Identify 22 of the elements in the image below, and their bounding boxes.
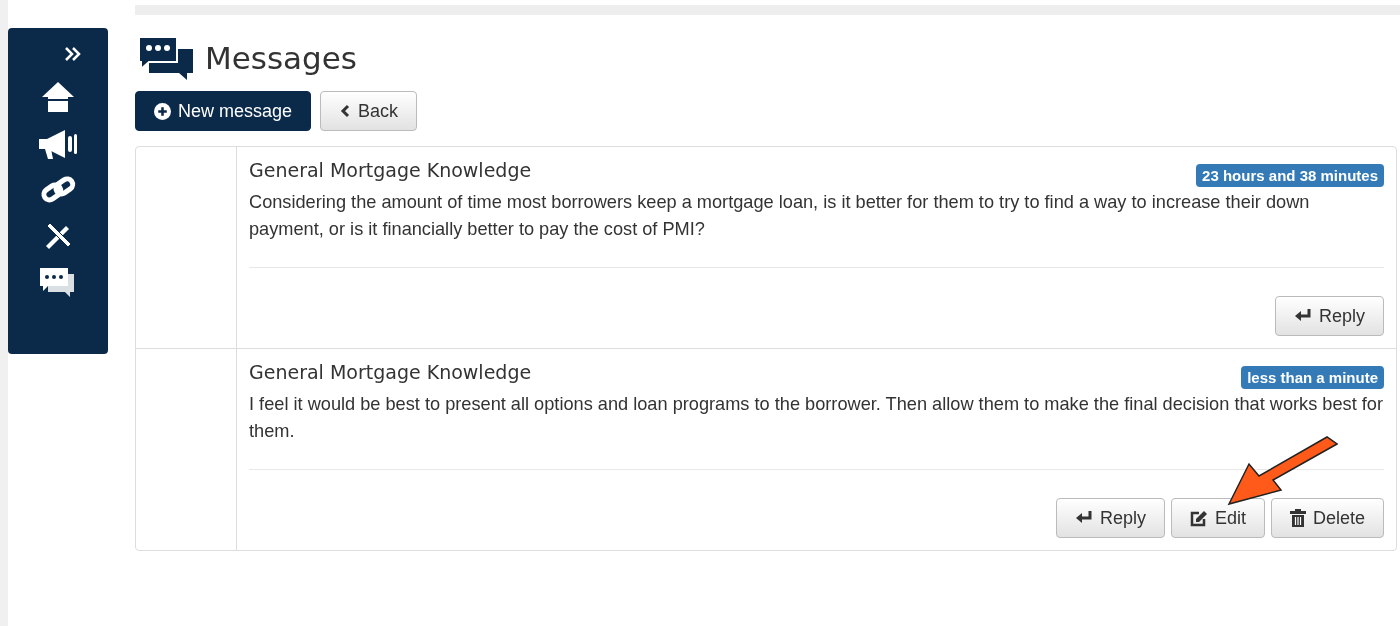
megaphone-icon[interactable] [37,128,79,160]
chevron-left-icon [339,104,352,118]
edit-icon [1189,509,1208,527]
home-icon[interactable] [40,80,76,114]
reply-arrow-icon [1074,510,1093,526]
reply-button[interactable]: Reply [1274,296,1384,336]
edit-button[interactable]: Edit [1170,498,1265,538]
message-title: General Mortgage Knowledge [249,159,532,181]
double-chevron-icon[interactable] [64,46,82,62]
page-title: Messages [205,40,358,76]
time-badge: 23 hours and 38 minutes [1196,164,1384,187]
back-button[interactable]: Back [320,91,418,131]
reply-button[interactable]: Reply [1055,498,1165,538]
message-title: General Mortgage Knowledge [249,361,532,383]
time-badge: less than a minute [1241,366,1384,389]
delete-button[interactable]: Delete [1270,498,1384,538]
message-text: I feel it would be best to present all options and loan programs to the borrower. Then allow them to make the final decision that works best for them. [249,393,1384,443]
trash-icon [1289,509,1306,527]
message-text: Considering the amount of time most borrowers keep a mortgage loan, is it better for them to try to find a way to increase their down payment, or is it financially better to pay the cost of PMI? [249,191,1311,241]
new-message-button[interactable]: New message [135,91,312,131]
reply-arrow-icon [1293,308,1312,324]
plus-circle-icon [154,102,171,120]
